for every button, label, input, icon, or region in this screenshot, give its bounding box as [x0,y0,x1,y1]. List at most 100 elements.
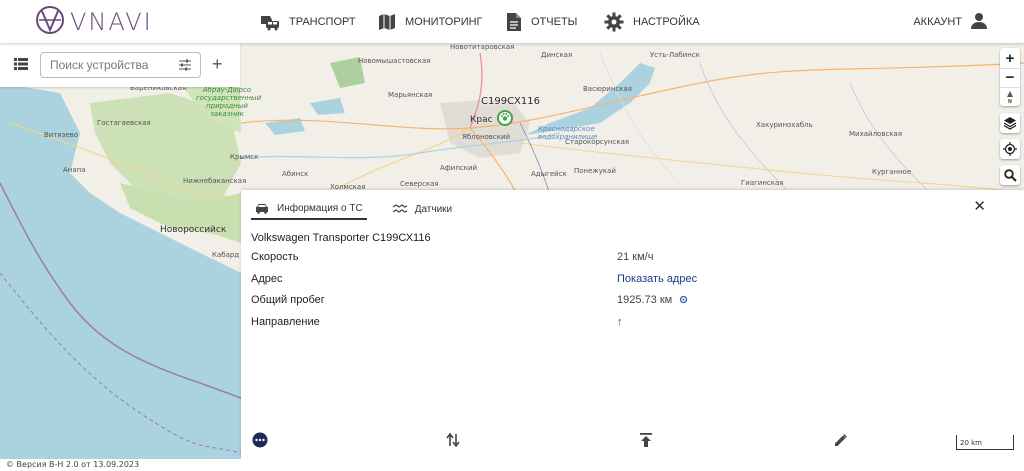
filter-sliders-icon[interactable] [179,59,191,74]
nav-reports[interactable]: Отчеты [506,10,577,34]
map-label: Курганное [872,168,912,176]
document-icon [506,12,522,32]
map-label: Динская [541,51,573,59]
account-menu[interactable]: Аккаунт [913,10,988,34]
add-device-button[interactable]: + [212,55,223,73]
pencil-icon [834,433,847,446]
svg-text:N: N [1008,99,1012,103]
layers-button[interactable] [1000,113,1020,133]
panel-actions [241,430,1024,450]
zoom-in-button[interactable]: + [1000,49,1020,68]
swap-vertical-icon [446,433,460,447]
map-label: Новороссийск [160,225,227,235]
map-label: Северская [400,180,439,188]
crosshair-icon [1003,142,1017,156]
nav-monitoring[interactable]: Мониторинг [378,10,483,34]
edit-button[interactable] [830,430,850,450]
direction-value: ↑ [617,316,623,328]
map-label: Понежукай [574,167,616,175]
speed-value: 21 км/ч [617,251,654,263]
compass-reset-button[interactable]: N [1000,86,1020,106]
speed-label: Скорость [251,251,299,263]
info-row-mileage: Общий пробег 1925.73 км [251,294,971,308]
info-row-direction: Направление ↑ [251,316,971,330]
paw-icon [500,112,510,125]
map-label: Кабард [212,251,240,259]
nav-settings[interactable]: Настройка [604,10,700,34]
map-label: Абинск [282,170,309,178]
map-label: Яблоновский [462,133,511,141]
map-label: Усть-Лабинск [650,51,700,59]
show-address-link[interactable]: Показать адрес [617,273,697,285]
car-icon [255,203,269,214]
map-label: Крымск [230,153,259,161]
direction-label: Направление [251,316,320,328]
info-row-speed: Скорость 21 км/ч [251,251,971,265]
map-label: Михайловская [849,130,903,138]
vehicle-title: Volkswagen Transporter С199СХ116 [251,232,431,244]
map-label: Нижнебаканская [183,177,247,185]
user-icon [970,12,988,33]
vehicle-marker-label[interactable]: С199СХ116 [481,96,540,107]
map-label: Гостагаевская [97,119,151,127]
cars-icon [260,13,280,31]
mileage-label: Общий пробег [251,294,325,306]
map-scale: 20 km [956,435,1014,450]
map-label: Новотитаровская [450,43,515,51]
nav-transport-label: Транспорт [289,16,356,28]
tab-sensors-label: Датчики [414,203,453,215]
locate-button[interactable] [1000,139,1020,159]
upload-arrow-icon [640,433,652,447]
search-input[interactable] [50,53,180,77]
sensors-icon [392,204,407,214]
map-label: Новомышастовская [358,57,431,65]
list-icon[interactable] [14,58,28,73]
layers-icon [1003,117,1017,130]
map-icon [378,13,396,31]
map-search-button[interactable] [1000,165,1020,185]
info-row-address: Адрес Показать адрес [251,273,971,287]
map-label: Хакуринохабль [756,121,813,129]
vehicle-info-panel: Информация о ТС Датчики ✕ Volkswagen Tra… [241,190,1024,459]
more-dots-icon [252,432,268,448]
search-box [40,52,201,78]
info-tabs: Информация о ТС Датчики [251,198,478,220]
nav-settings-label: Настройка [633,16,700,28]
search-icon [1003,168,1017,182]
map-label: Марьянская [388,91,433,99]
top-header: VNAVI Транспорт Мониторинг [0,0,1024,43]
nav-monitoring-label: Мониторинг [405,16,483,28]
account-label: Аккаунт [913,16,962,28]
nav-transport[interactable]: Транспорт [260,10,356,34]
map-label: Адыгейск [531,170,567,178]
device-search-panel: + [0,43,240,87]
zoom-controls: + − N [1000,48,1020,106]
map-label: Афипский [440,164,478,172]
map-label: Гиагинская [741,179,784,187]
nav-reports-label: Отчеты [531,16,578,28]
tab-vehicle-info[interactable]: Информация о ТС [251,198,367,220]
mileage-value-text: 1925.73 км [617,294,673,306]
pin-to-top-button[interactable] [636,430,656,450]
gear-icon [604,12,624,32]
tab-sensors[interactable]: Датчики [389,198,456,220]
mileage-value: 1925.73 км [617,294,688,307]
more-options-button[interactable] [250,430,270,450]
mileage-settings-icon[interactable] [679,295,688,307]
map-label: Васюринская [583,85,632,93]
map-label: Анапа [63,166,86,174]
version-footer: © Версия В-Н 2.0 от 13.09.2023 [0,459,1024,471]
logo-text: VNAVI [70,7,153,36]
tab-vehicle-info-label: Информация о ТС [277,202,363,214]
map-label: Крас [470,115,493,125]
close-button[interactable]: ✕ [973,199,986,214]
logo[interactable]: VNAVI [34,5,153,38]
zoom-out-button[interactable]: − [1000,67,1020,87]
compass-north-icon: N [1007,90,1013,103]
logo-mark-icon [34,4,66,39]
vehicle-marker[interactable] [497,110,513,126]
map-label: Старокорсунская [565,138,630,146]
map-label: Витязево [44,131,79,139]
route-button[interactable] [443,430,463,450]
address-label: Адрес [251,273,283,285]
